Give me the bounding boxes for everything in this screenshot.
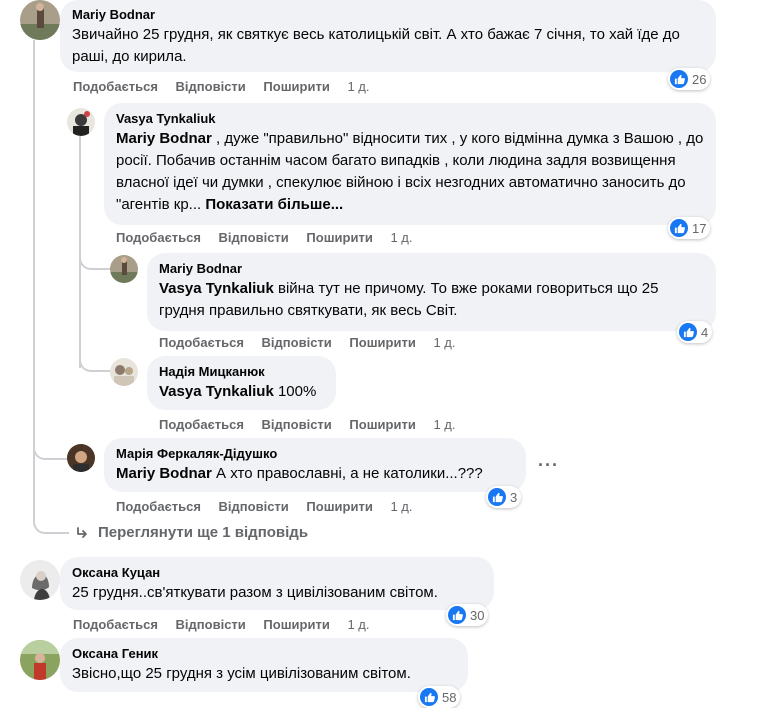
mention-link[interactable]: Vasya Tynkaliuk <box>159 383 274 400</box>
like-icon <box>420 688 438 706</box>
comment-author[interactable]: Vasya Tynkaliuk <box>116 111 704 127</box>
reply-arrow-icon <box>74 525 90 541</box>
comment-bubble: Mariy Bodnar Vasya Tynkaliuk війна тут н… <box>147 253 716 331</box>
reaction-badge[interactable]: 58 <box>418 686 461 708</box>
comment-text: Mariy Bodnar А хто православні, а не кат… <box>116 463 514 485</box>
share-button[interactable]: Поширити <box>263 79 329 94</box>
share-button[interactable]: Поширити <box>263 617 329 632</box>
like-button[interactable]: Подобається <box>73 617 158 632</box>
more-options-icon[interactable]: ··· <box>538 455 559 476</box>
reaction-badge[interactable]: 26 <box>668 68 711 90</box>
comment-actions: Подобається Відповісти Поширити 1 д. <box>73 79 370 94</box>
avatar[interactable] <box>67 444 95 472</box>
reaction-count: 4 <box>701 324 709 340</box>
avatar[interactable] <box>110 358 138 386</box>
comment-actions: Подобається Відповісти Поширити 1 д. <box>116 230 413 245</box>
share-button[interactable]: Поширити <box>349 335 415 350</box>
reply-button[interactable]: Відповісти <box>176 79 246 94</box>
view-more-replies[interactable]: Переглянути ще 1 відповідь <box>74 524 308 541</box>
like-icon <box>670 219 688 237</box>
timestamp[interactable]: 1 д. <box>390 230 412 245</box>
comment-author[interactable]: Оксана Геник <box>72 646 456 662</box>
mention-link[interactable]: Mariy Bodnar <box>116 465 212 482</box>
see-more-link[interactable]: Показати більше... <box>205 196 343 213</box>
like-button[interactable]: Подобається <box>159 335 244 350</box>
timestamp[interactable]: 1 д. <box>347 79 369 94</box>
comment-text: Vasya Tynkaliuk 100% <box>159 381 324 403</box>
like-button[interactable]: Подобається <box>159 417 244 432</box>
comment-bubble: Надія Мицканюк Vasya Tynkaliuk 100% <box>147 356 336 410</box>
comment-actions: Подобається Відповісти Поширити 1 д. <box>159 417 456 432</box>
comment-bubble: Vasya Tynkaliuk Mariy Bodnar , дуже "пра… <box>104 103 716 225</box>
share-button[interactable]: Поширити <box>306 230 372 245</box>
comment-body: А хто православні, а не католики...??? <box>216 465 483 482</box>
comment-actions: Подобається Відповісти Поширити 1 д. <box>116 499 413 514</box>
comment-text: Mariy Bodnar , дуже "правильно" відносит… <box>116 128 704 216</box>
comment-author[interactable]: Mariy Bodnar <box>72 7 704 23</box>
reply-button[interactable]: Відповісти <box>176 617 246 632</box>
comment-author[interactable]: Надія Мицканюк <box>159 364 324 380</box>
comment-actions: Подобається Відповісти Поширити 1 д. <box>159 335 456 350</box>
comment-body: 100% <box>277 383 317 400</box>
comment-text: 25 грудня..св'яткувати разом з цивілізов… <box>72 584 438 601</box>
reply-button[interactable]: Відповісти <box>219 230 289 245</box>
mention-link[interactable]: Mariy Bodnar <box>116 130 212 147</box>
thread-connector <box>33 440 69 460</box>
comment-actions: Подобається Відповісти Поширити 1 д. <box>73 617 370 632</box>
thread-connector <box>79 350 111 372</box>
reaction-count: 26 <box>692 71 707 87</box>
like-button[interactable]: Подобається <box>116 499 201 514</box>
reaction-badge[interactable]: 30 <box>446 604 489 626</box>
reaction-badge[interactable]: 17 <box>668 217 711 239</box>
reply-button[interactable]: Відповісти <box>262 417 332 432</box>
reply-button[interactable]: Відповісти <box>219 499 289 514</box>
like-icon <box>670 70 688 88</box>
like-icon <box>679 323 697 341</box>
comment-text: Звісно,що 25 грудня з усім цивілізованим… <box>72 665 411 682</box>
avatar[interactable] <box>20 640 60 680</box>
comment-author[interactable]: Mariy Bodnar <box>159 261 704 277</box>
reaction-count: 17 <box>692 220 707 236</box>
view-more-label: Переглянути ще 1 відповідь <box>98 524 309 541</box>
avatar[interactable] <box>110 255 138 283</box>
reaction-count: 3 <box>510 489 518 505</box>
thread-connector <box>33 500 69 534</box>
like-icon <box>488 488 506 506</box>
avatar[interactable] <box>20 560 60 600</box>
share-button[interactable]: Поширити <box>349 417 415 432</box>
reaction-count: 30 <box>470 607 485 623</box>
timestamp[interactable]: 1 д. <box>347 617 369 632</box>
share-button[interactable]: Поширити <box>306 499 372 514</box>
reply-button[interactable]: Відповісти <box>262 335 332 350</box>
timestamp[interactable]: 1 д. <box>433 335 455 350</box>
comment-author[interactable]: Оксана Куцан <box>72 565 482 581</box>
reaction-count: 58 <box>442 689 457 705</box>
like-icon <box>448 606 466 624</box>
comment-bubble: Оксана Геник Звісно,що 25 грудня з усім … <box>60 638 468 692</box>
avatar[interactable] <box>20 0 60 40</box>
comment-text: Vasya Tynkaliuk війна тут не причому. То… <box>159 278 704 322</box>
avatar[interactable] <box>67 108 95 136</box>
timestamp[interactable]: 1 д. <box>390 499 412 514</box>
thread-connector <box>79 250 111 270</box>
comment-bubble: Mariy Bodnar Звичайно 25 грудня, як свят… <box>60 0 716 72</box>
mention-link[interactable]: Vasya Tynkaliuk <box>159 280 274 297</box>
reaction-badge[interactable]: 3 <box>486 486 522 508</box>
reaction-badge[interactable]: 4 <box>677 321 713 343</box>
timestamp[interactable]: 1 д. <box>433 417 455 432</box>
comment-bubble: Оксана Куцан 25 грудня..св'яткувати разо… <box>60 557 494 610</box>
comment-author[interactable]: Марія Феркаляк-Дідушко <box>116 446 514 462</box>
like-button[interactable]: Подобається <box>116 230 201 245</box>
like-button[interactable]: Подобається <box>73 79 158 94</box>
comment-text: Звичайно 25 грудня, як святкує весь като… <box>72 26 680 65</box>
comment-bubble: Марія Феркаляк-Дідушко Mariy Bodnar А хт… <box>104 438 526 492</box>
